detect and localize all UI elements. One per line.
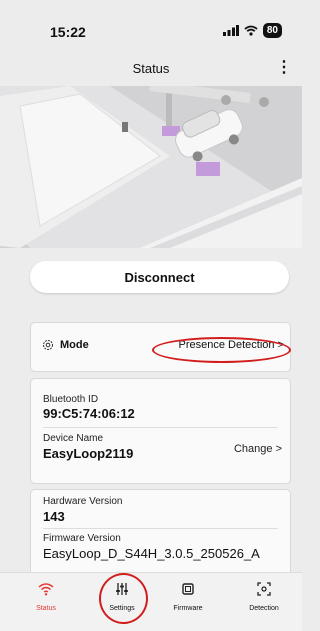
battery-indicator: 80 [262,23,282,38]
tab-bar: Status Settings Firmware Detection [0,572,302,631]
bluetooth-id-value: 99:C5:74:06:12 [43,406,135,421]
wifi-status-icon [244,25,258,36]
bluetooth-id-label: Bluetooth ID [43,394,99,405]
tab-status-label: Status [36,605,56,612]
nav-bar: Status ⋮ [0,52,302,84]
parking-illustration [0,86,302,248]
mode-label-group: Mode [42,339,89,351]
annotation-circle-mode [152,337,291,363]
mode-label: Mode [60,339,89,351]
divider [43,528,278,529]
more-options-button[interactable]: ⋮ [276,57,292,77]
clock: 15:22 [50,24,86,40]
more-vertical-icon: ⋮ [276,59,292,76]
annotation-circle-settings [99,573,148,624]
disconnect-button[interactable]: Disconnect [30,261,289,293]
tab-detection[interactable]: Detection [234,573,294,631]
system-icons: 80 [222,23,282,38]
tab-firmware[interactable]: Firmware [158,573,218,631]
tab-detection-label: Detection [249,605,279,612]
sensor-icon [257,582,271,596]
firmware-version-value: EasyLoop_D_S44H_3.0.5_250526_A [43,546,260,561]
gear-icon [43,340,53,350]
device-name-value: EasyLoop2119 [43,446,134,461]
page-title: Status [132,61,170,76]
tab-firmware-label: Firmware [173,605,203,612]
hardware-version-label: Hardware Version [43,496,123,507]
signal-icon [222,25,239,36]
status-bar: 15:22 80 [0,0,302,46]
chip-icon [182,583,194,595]
device-name-label: Device Name [43,433,104,444]
wifi-icon [38,583,54,596]
device-info-card: Bluetooth ID 99:C5:74:06:12 Device Name … [30,378,291,484]
firmware-version-label: Firmware Version [43,533,121,544]
divider [43,427,278,428]
tab-status[interactable]: Status [16,573,76,631]
change-name-button[interactable]: Change > [234,443,282,455]
hardware-version-value: 143 [43,509,65,524]
